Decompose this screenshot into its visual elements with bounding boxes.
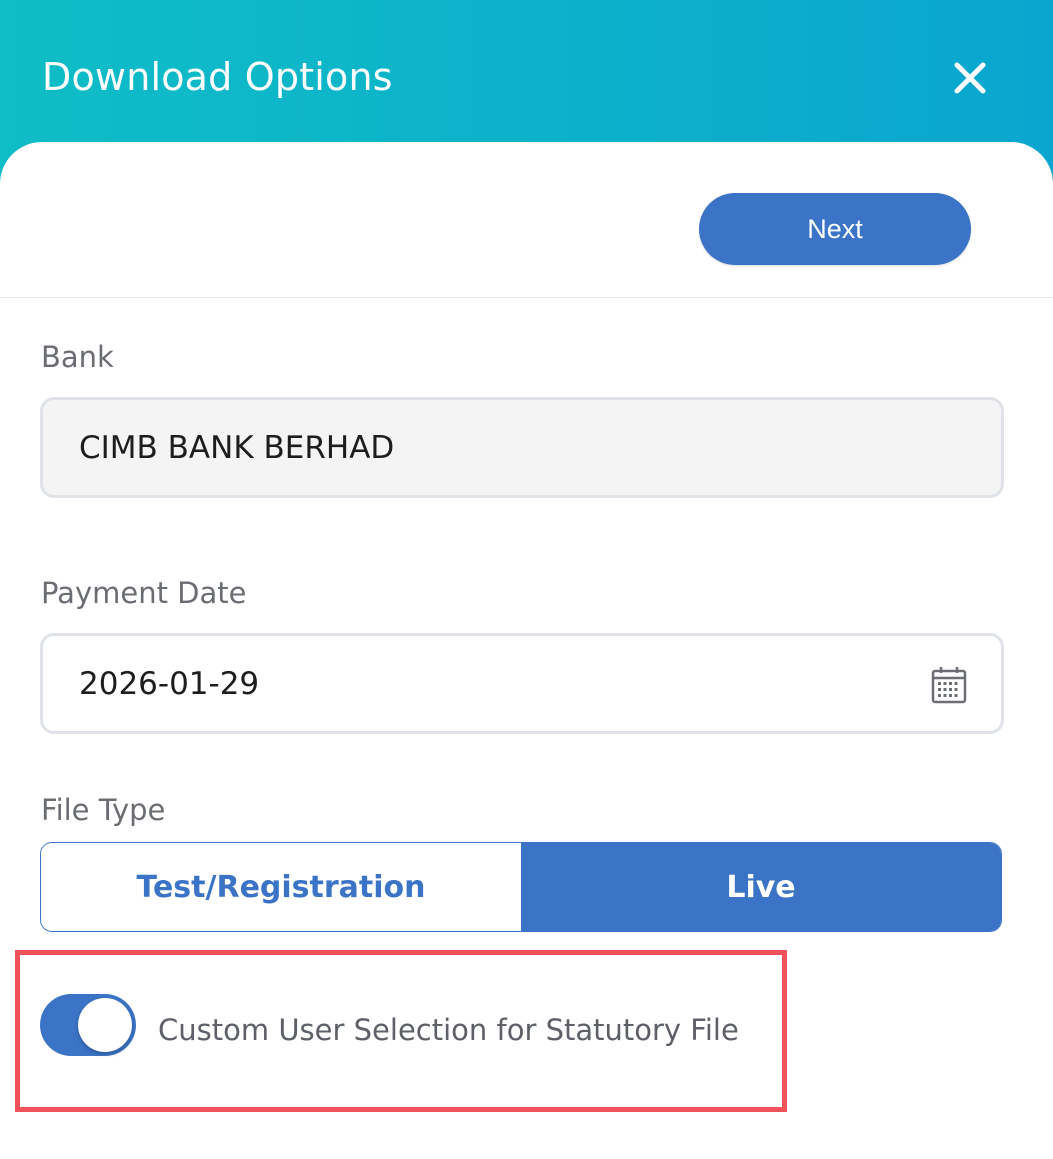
file-type-label: File Type: [41, 793, 166, 827]
custom-user-selection-toggle[interactable]: [40, 994, 136, 1056]
calendar-icon[interactable]: [931, 666, 967, 704]
payment-date-label: Payment Date: [41, 576, 247, 610]
file-type-option-test-registration[interactable]: Test/Registration: [41, 843, 521, 931]
bank-label: Bank: [41, 340, 114, 374]
toggle-knob: [78, 998, 132, 1052]
toolbar-divider: [0, 297, 1053, 298]
bank-field[interactable]: CIMB BANK BERHAD: [40, 397, 1004, 498]
dialog-title: Download Options: [42, 55, 393, 99]
file-type-segmented-control: Test/Registration Live: [40, 842, 1002, 932]
custom-user-selection-label: Custom User Selection for Statutory File: [158, 1013, 739, 1047]
payment-date-value: 2026-01-29: [79, 665, 260, 702]
payment-date-field[interactable]: 2026-01-29: [40, 633, 1004, 734]
next-button[interactable]: Next: [699, 193, 971, 265]
file-type-option-live[interactable]: Live: [521, 843, 1001, 931]
bank-value: CIMB BANK BERHAD: [79, 429, 395, 466]
close-icon: [954, 62, 986, 94]
close-button[interactable]: [946, 54, 994, 102]
